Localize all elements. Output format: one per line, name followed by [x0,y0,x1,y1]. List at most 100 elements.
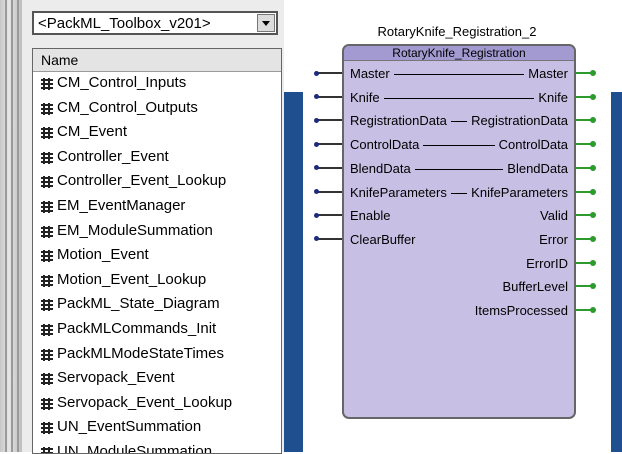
function-block-icon [41,446,53,453]
output-pin-label: RegistrationData [471,113,568,129]
output-pin-label: Knife [538,89,568,105]
list-item-label: Motion_Event [57,246,149,264]
input-pin-dot[interactable] [314,189,319,194]
input-pin-dot[interactable] [314,212,319,218]
input-pin-label: RegistrationData [350,113,447,129]
input-pin-dot[interactable] [314,70,319,76]
list-item-label: EM_ModuleSummation [57,221,213,239]
input-pin-label: BlendData [350,160,411,176]
list-item[interactable]: Controller_Event [33,146,281,171]
list-item-label: EM_EventManager [57,196,186,214]
output-pin-dot[interactable] [590,164,596,171]
output-pin-dot[interactable] [590,117,596,124]
toolbox-library-select[interactable]: <PackML_Toolbox_v201> [32,11,278,35]
chevron-down-icon[interactable] [257,14,275,32]
output-pin-dot[interactable] [590,235,596,242]
toolbox-list[interactable]: Name CM_Control_Inputs CM_Control_Outputs… [32,48,282,454]
input-connector[interactable] [316,237,342,240]
output-pin-label: BufferLevel [502,279,568,295]
list-item-label: CM_Control_Inputs [57,74,187,91]
toolbox-frame [0,0,23,452]
function-block-icon [41,373,53,386]
list-item[interactable]: PackMLCommands_Init [33,318,281,343]
output-pin-dot[interactable] [590,307,596,313]
output-pin-dot[interactable] [590,283,596,290]
output-pin-label: Error [539,231,568,247]
list-item[interactable]: UN_EventSummation [33,416,281,441]
function-block-icon [41,127,53,140]
input-pin-dot[interactable] [314,165,319,171]
list-item-label: UN_EventSummation [57,418,202,436]
list-item-label: CM_Control_Outputs [57,98,198,116]
input-connector[interactable] [316,143,342,146]
output-pin-label: Master [528,66,568,81]
input-connector[interactable] [316,72,342,74]
through-connection-line [384,97,534,99]
column-header-name[interactable]: Name [33,49,281,72]
input-pin-label: ControlData [350,137,420,153]
through-connection-line [423,145,495,147]
input-pin-label: Enable [350,208,391,224]
block-instance-name: RotaryKnife_Registration_2 [377,24,537,39]
input-connector[interactable] [316,119,342,122]
function-block[interactable]: RotaryKnife_Registration Master Master Kni… [342,44,576,419]
function-block-icon [41,151,53,164]
list-item[interactable]: CM_Event [33,121,281,146]
list-item-label: Servopack_Event [57,369,175,387]
output-pin-label: Valid [540,208,568,224]
list-item[interactable]: Motion_Event [33,244,281,269]
list-item[interactable]: Servopack_Event_Lookup [33,392,281,417]
function-block-icon [41,250,53,263]
function-block-icon [41,200,53,213]
list-item-label: CM_Event [57,123,128,141]
list-item[interactable]: UN_ModuleSummation [33,441,281,453]
function-block-panel: RotaryKnife_Registration_2 RotaryKnife_R… [303,12,611,452]
input-pin-label: ClearBuffer [350,231,416,247]
list-item-label: Motion_Event_Lookup [57,270,207,288]
through-connection-line [451,121,467,123]
output-pin-dot[interactable] [590,259,596,266]
list-item[interactable]: EM_ModuleSummation [33,220,281,245]
toolbox-library-value: <PackML_Toolbox_v201> [38,15,211,32]
through-connection-line [451,192,467,194]
list-item[interactable]: Servopack_Event [33,367,281,392]
toolbox-main: <PackML_Toolbox_v201> Name CM_Control_In… [22,0,284,454]
input-pin-dot[interactable] [314,94,319,100]
input-connector[interactable] [316,166,342,169]
input-pin-dot[interactable] [314,236,319,242]
list-item-label: PackML_State_Diagram [57,295,220,313]
input-pin-label: Knife [350,89,380,105]
toolbox-panel: <PackML_Toolbox_v201> Name CM_Control_In… [0,0,290,454]
list-item[interactable]: EM_EventManager [33,195,281,220]
output-pin-label: ControlData [498,137,568,153]
list-item[interactable]: PackMLModeStateTimes [33,343,281,368]
output-pin-dot[interactable] [590,70,596,76]
list-item[interactable]: CM_Control_Inputs [33,72,281,97]
list-item-label: PackMLCommands_Init [57,319,217,337]
list-item-label: Servopack_Event_Lookup [57,393,233,411]
function-block-icon [41,225,53,238]
input-connector[interactable] [316,190,342,193]
input-pin-dot[interactable] [314,117,319,123]
list-item[interactable]: Controller_Event_Lookup [33,170,281,195]
through-connection-line [394,74,524,75]
list-item-label: Controller_Event [57,147,169,165]
list-item[interactable]: Motion_Event_Lookup [33,269,281,294]
output-pin-dot[interactable] [590,188,596,195]
list-item[interactable]: PackML_State_Diagram [33,293,281,318]
output-pin-dot[interactable] [590,93,596,100]
column-header-label: Name [41,52,79,68]
input-pin-dot[interactable] [314,141,319,147]
input-connector[interactable] [316,214,342,217]
function-block-icon [41,176,53,189]
input-connector[interactable] [316,95,342,98]
input-pin-label: Master [350,66,390,81]
function-block-icon [41,397,53,410]
list-item-label: Controller_Event_Lookup [57,172,227,190]
list-item[interactable]: CM_Control_Outputs [33,97,281,122]
function-block-icon [41,348,53,361]
through-connection-line [415,168,503,170]
list-item-label: PackMLModeStateTimes [57,344,225,362]
output-pin-dot[interactable] [590,212,596,219]
output-pin-dot[interactable] [590,141,596,148]
